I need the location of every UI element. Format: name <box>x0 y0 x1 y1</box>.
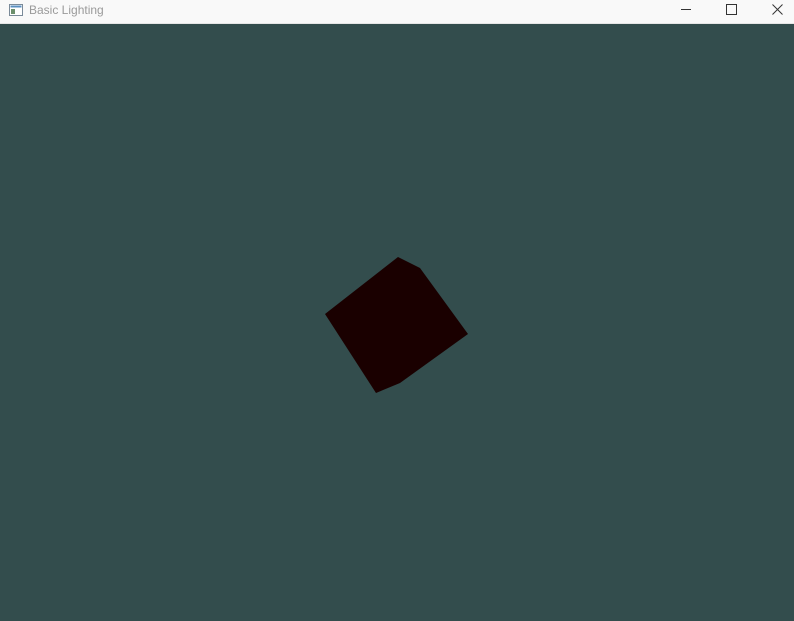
title-bar[interactable]: Basic Lighting <box>0 0 794 24</box>
app-window: Basic Lighting <box>0 0 794 621</box>
minimize-icon <box>681 9 691 10</box>
close-button[interactable] <box>755 0 794 24</box>
maximize-button[interactable] <box>709 0 755 24</box>
close-icon <box>772 4 783 15</box>
maximize-icon <box>726 4 737 15</box>
render-viewport[interactable] <box>0 24 794 621</box>
cube <box>325 257 468 393</box>
minimize-button[interactable] <box>663 0 709 24</box>
scene-canvas <box>325 257 468 393</box>
window-app-icon <box>9 3 23 16</box>
window-title: Basic Lighting <box>29 3 104 17</box>
